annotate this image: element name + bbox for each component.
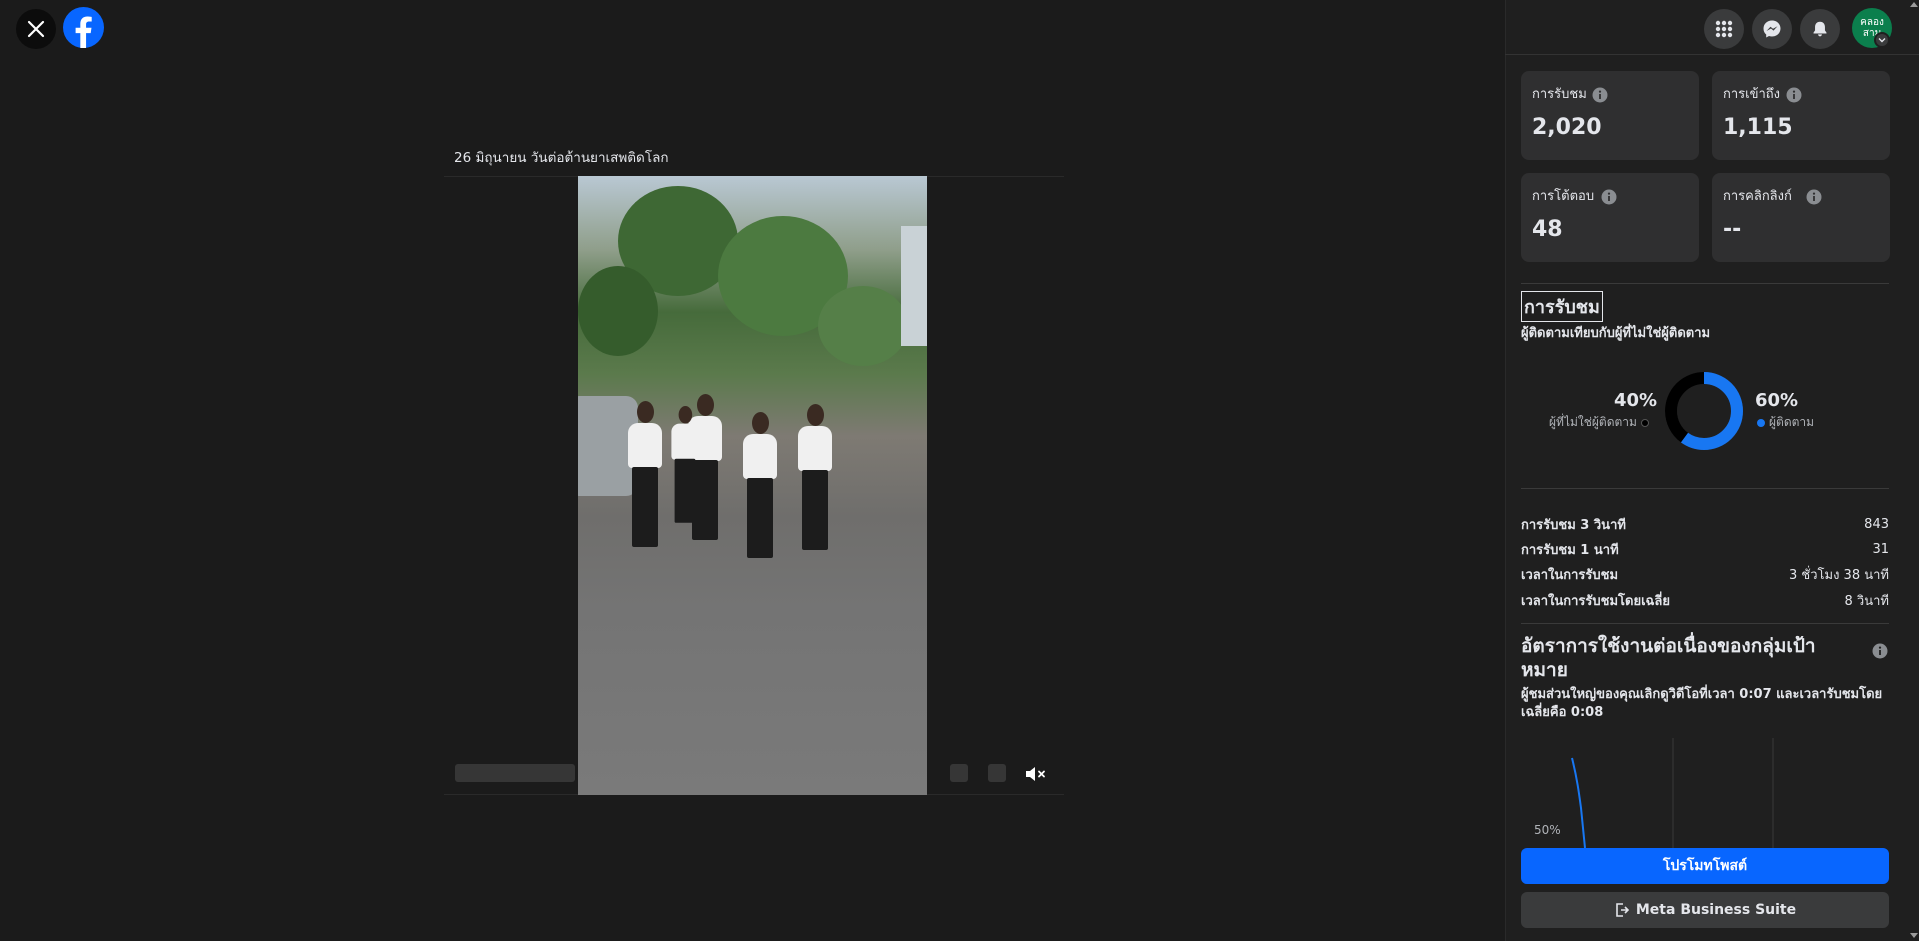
info-icon[interactable] (1592, 87, 1608, 103)
messenger-icon (1763, 20, 1781, 38)
followers-legend: ผู้ติดตาม (1757, 413, 1814, 432)
meta-business-suite-button[interactable]: Meta Business Suite (1521, 892, 1889, 928)
account-menu-button[interactable] (1874, 32, 1890, 48)
settings-control[interactable] (950, 764, 968, 782)
grid-menu-icon (1715, 20, 1733, 38)
info-icon[interactable] (1806, 189, 1822, 205)
legend-dot-blue (1757, 418, 1765, 427)
info-icon[interactable] (1872, 643, 1888, 659)
stat-card-views: การรับชม 2,020 (1521, 71, 1699, 160)
mute-icon[interactable] (1023, 762, 1047, 786)
followers-percent: 60% (1755, 390, 1799, 411)
info-icon[interactable] (1786, 87, 1802, 103)
close-button[interactable] (16, 9, 56, 49)
non-followers-label: ผู้ที่ไม่ใช่ผู้ติดตาม (1549, 415, 1637, 429)
non-followers-legend: ผู้ที่ไม่ใช่ผู้ติดตาม (1549, 413, 1649, 432)
views-section-title: การรับชม (1521, 291, 1603, 322)
stat-label: การคลิกลิงก์ (1723, 189, 1792, 204)
close-icon (27, 20, 45, 38)
metric-row: การรับชม 1 นาที 31 (1521, 537, 1889, 561)
followers-donut-chart (1665, 372, 1743, 450)
metric-value: 3 ชั่วโมง 38 นาที (1789, 567, 1889, 583)
retention-title: อัตราการใช้งานต่อเนื่องของกลุ่มเป้าหมาย (1521, 635, 1816, 681)
external-link-icon (1616, 903, 1630, 917)
avatar-text-line1: คลอง (1860, 17, 1884, 28)
stat-value: 2,020 (1532, 115, 1602, 140)
metric-key: เวลาในการรับชม (1521, 567, 1619, 583)
bell-icon (1813, 21, 1827, 37)
metric-row: เวลาในการรับชม 3 ชั่วโมง 38 นาที (1521, 562, 1889, 586)
stat-value: 48 (1532, 217, 1563, 242)
followers-label: ผู้ติดตาม (1769, 415, 1815, 429)
stat-card-link-clicks: การคลิกลิงก์ -- (1712, 173, 1890, 262)
stat-label: การเข้าถึง (1723, 87, 1781, 102)
promote-button-label: โปรโมทโพสต์ (1662, 858, 1748, 874)
info-icon[interactable] (1601, 189, 1617, 205)
metric-value: 31 (1872, 541, 1889, 557)
header-divider (1505, 54, 1919, 55)
messenger-button[interactable] (1752, 9, 1792, 49)
stat-card-reach: การเข้าถึง 1,115 (1712, 71, 1890, 160)
metric-key: เวลาในการรับชมโดยเฉลี่ย (1521, 593, 1670, 609)
retention-curve (1571, 757, 1586, 848)
video-player[interactable] (578, 176, 927, 795)
promote-post-button[interactable]: โปรโมทโพสต์ (1521, 848, 1889, 884)
section-divider (1521, 488, 1889, 489)
video-viewer: 26 มิถุนายน วันต่อต้านยาเสพติดโลก คลอง ส… (0, 0, 1919, 941)
business-suite-label: Meta Business Suite (1635, 902, 1797, 918)
stat-label: การรับชม (1532, 87, 1587, 102)
legend-dot-black (1640, 418, 1649, 427)
stat-value: -- (1723, 217, 1742, 242)
stat-value: 1,115 (1723, 115, 1793, 140)
video-timeline[interactable] (455, 764, 575, 782)
post-caption: 26 มิถุนายน วันต่อต้านยาเสพติดโลก (454, 150, 669, 166)
views-section-subtitle: ผู้ติดตามเทียบกับผู้ที่ไม่ใช่ผู้ติดตาม (1521, 326, 1711, 341)
notifications-button[interactable] (1800, 9, 1840, 49)
chevron-down-icon (1878, 38, 1886, 43)
retention-chart (1571, 738, 1774, 848)
menu-button[interactable] (1704, 9, 1744, 49)
facebook-logo-icon[interactable] (63, 7, 104, 48)
stat-card-engagement: การโต้ตอบ 48 (1521, 173, 1699, 262)
scroll-up-arrow-icon[interactable] (1909, 0, 1919, 10)
retention-subtitle: ผู้ชมส่วนใหญ่ของคุณเลิกดูวิดีโอที่เวลา 0… (1521, 687, 1883, 720)
non-followers-percent: 40% (1614, 390, 1658, 411)
metric-row: การรับชม 3 วินาที 843 (1521, 512, 1889, 536)
metric-value: 8 วินาที (1844, 593, 1889, 609)
metric-value: 843 (1864, 516, 1889, 532)
stat-label: การโต้ตอบ (1532, 189, 1595, 204)
metric-row: เวลาในการรับชมโดยเฉลี่ย 8 วินาที (1521, 588, 1889, 612)
chart-y-tick: 50% (1534, 823, 1561, 837)
section-divider (1521, 623, 1889, 624)
section-divider (1521, 283, 1889, 284)
fullscreen-control[interactable] (988, 764, 1006, 782)
metric-key: การรับชม 3 วินาที (1521, 517, 1626, 533)
scroll-down-arrow-icon[interactable] (1909, 930, 1919, 940)
metric-key: การรับชม 1 นาที (1521, 542, 1619, 558)
